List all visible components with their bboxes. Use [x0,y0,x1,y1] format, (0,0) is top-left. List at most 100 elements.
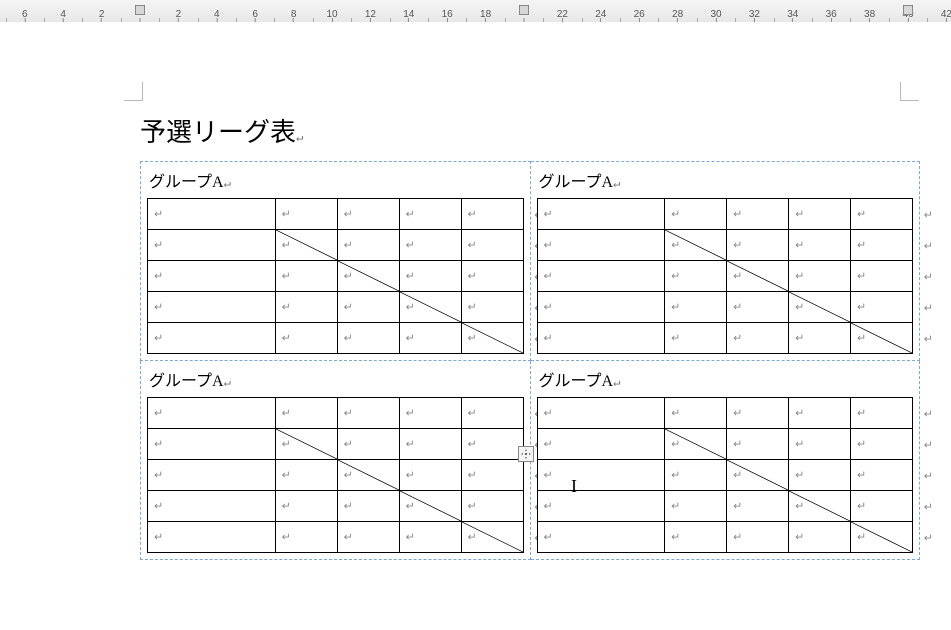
grid-cell[interactable]: ↵ [851,323,913,354]
grid-cell[interactable]: ↵ [399,261,461,292]
grid-cell[interactable]: ↵ [789,429,851,460]
grid-cell[interactable]: ↵ [537,522,665,553]
grid-cell[interactable]: ↵ [727,292,789,323]
grid-cell[interactable]: ↵ [148,230,276,261]
grid-cell[interactable]: ↵ [399,292,461,323]
grid-cell[interactable]: ↵ [789,522,851,553]
grid-cell[interactable]: ↵ [275,491,337,522]
grid-cell[interactable]: ↵ [337,199,399,230]
layout-cell[interactable]: グループA↵↵↵↵↵↵↵↵↵↵↵↵↵↵↵↵↵↵↵↵↵↵↵↵↵↵↵↵↵↵↵ [141,361,531,560]
league-grid[interactable]: ↵↵↵↵↵↵↵↵↵↵↵↵↵↵↵↵↵↵↵↵↵↵↵↵↵ [537,397,914,553]
grid-cell[interactable]: ↵ [148,429,276,460]
grid-cell[interactable]: ↵ [727,429,789,460]
grid-cell[interactable]: ↵ [665,323,727,354]
grid-cell[interactable]: ↵ [275,522,337,553]
grid-cell[interactable]: ↵ [461,199,523,230]
grid-cell[interactable]: ↵ [665,230,727,261]
league-grid[interactable]: ↵↵↵↵↵↵↵↵↵↵↵↵↵↵↵↵↵↵↵↵↵↵↵↵↵ [147,397,524,553]
grid-cell[interactable]: ↵ [461,460,523,491]
grid-cell[interactable]: ↵ [461,398,523,429]
grid-cell[interactable]: ↵ [665,398,727,429]
grid-cell[interactable]: ↵ [337,491,399,522]
grid-cell[interactable]: ↵ [461,261,523,292]
grid-cell[interactable]: ↵ [537,491,665,522]
grid-cell[interactable]: ↵ [148,522,276,553]
grid-cell[interactable]: ↵ [851,398,913,429]
indent-marker-icon[interactable] [902,2,914,18]
grid-cell[interactable]: ↵ [851,429,913,460]
grid-cell[interactable]: ↵ [461,491,523,522]
grid-cell[interactable]: ↵ [537,323,665,354]
grid-cell[interactable]: ↵ [337,230,399,261]
grid-cell[interactable]: ↵ [275,460,337,491]
grid-cell[interactable]: ↵ [789,261,851,292]
grid-cell[interactable]: ↵ [665,460,727,491]
grid-cell[interactable]: ↵ [789,230,851,261]
grid-cell[interactable]: ↵ [789,491,851,522]
grid-cell[interactable]: ↵ [851,292,913,323]
layout-cell[interactable]: グループA↵↵↵↵↵↵↵↵↵↵↵↵↵↵↵↵↵↵↵↵↵↵↵↵↵↵↵↵↵↵↵ [141,162,531,361]
grid-cell[interactable]: ↵ [851,261,913,292]
league-grid[interactable]: ↵↵↵↵↵↵↵↵↵↵↵↵↵↵↵↵↵↵↵↵↵↵↵↵↵ [537,198,914,354]
grid-cell[interactable]: ↵ [275,230,337,261]
grid-cell[interactable]: ↵ [461,323,523,354]
grid-cell[interactable]: ↵ [337,292,399,323]
grid-cell[interactable]: ↵ [337,398,399,429]
grid-cell[interactable]: ↵ [727,398,789,429]
grid-cell[interactable]: ↵ [665,292,727,323]
grid-cell[interactable]: ↵ [461,292,523,323]
grid-cell[interactable]: ↵ [461,230,523,261]
grid-cell[interactable]: ↵ [665,199,727,230]
grid-cell[interactable]: ↵ [789,292,851,323]
document-page[interactable]: 予選リーグ表↵ グループA↵↵↵↵↵↵↵↵↵↵↵↵↵↵↵↵↵↵↵↵↵↵↵↵↵↵↵… [0,22,951,630]
grid-cell[interactable]: ↵ [789,460,851,491]
indent-marker-icon[interactable] [518,2,530,18]
grid-cell[interactable]: ↵ [537,230,665,261]
grid-cell[interactable]: ↵ [665,429,727,460]
grid-cell[interactable]: ↵ [851,230,913,261]
grid-cell[interactable]: ↵ [399,491,461,522]
grid-cell[interactable]: ↵ [851,491,913,522]
grid-cell[interactable]: ↵ [148,261,276,292]
grid-cell[interactable]: ↵ [148,323,276,354]
grid-cell[interactable]: ↵ [275,429,337,460]
grid-cell[interactable]: ↵ [461,522,523,553]
grid-cell[interactable]: ↵ [789,323,851,354]
grid-cell[interactable]: ↵ [275,199,337,230]
grid-cell[interactable]: ↵ [399,323,461,354]
grid-cell[interactable]: ↵ [665,522,727,553]
grid-cell[interactable]: ↵ [727,261,789,292]
grid-cell[interactable]: ↵ [337,460,399,491]
grid-cell[interactable]: ↵ [337,323,399,354]
grid-cell[interactable]: ↵ [275,261,337,292]
grid-cell[interactable]: ↵ [275,398,337,429]
grid-cell[interactable]: ↵ [148,398,276,429]
grid-cell[interactable]: ↵ [399,460,461,491]
grid-cell[interactable]: ↵ [399,522,461,553]
grid-cell[interactable]: ↵ [275,292,337,323]
grid-cell[interactable]: ↵ [399,429,461,460]
grid-cell[interactable]: ↵ [148,460,276,491]
grid-cell[interactable]: ↵ [537,398,665,429]
grid-cell[interactable]: ↵ [337,261,399,292]
grid-cell[interactable]: ↵ [148,292,276,323]
grid-cell[interactable]: ↵ [665,261,727,292]
grid-cell[interactable]: ↵ [727,491,789,522]
grid-cell[interactable]: ↵ [537,199,665,230]
grid-cell[interactable]: ↵ [537,292,665,323]
grid-cell[interactable]: ↵ [727,323,789,354]
grid-cell[interactable]: ↵ [727,199,789,230]
table-move-handle-icon[interactable] [518,446,534,462]
grid-cell[interactable]: ↵ [399,230,461,261]
grid-cell[interactable]: ↵ [789,398,851,429]
grid-cell[interactable]: ↵ [537,429,665,460]
grid-cell[interactable]: ↵ [727,460,789,491]
horizontal-ruler[interactable]: 8642246810121416182224262830323436384042 [0,0,951,23]
grid-cell[interactable]: ↵ [337,429,399,460]
grid-cell[interactable]: ↵ [727,230,789,261]
grid-cell[interactable]: ↵ [275,323,337,354]
grid-cell[interactable]: ↵ [399,398,461,429]
grid-cell[interactable]: ↵ [789,199,851,230]
grid-cell[interactable]: ↵ [727,522,789,553]
layout-cell[interactable]: グループA↵↵↵↵↵↵↵↵↵↵↵↵↵↵↵↵↵↵↵↵↵↵↵↵↵↵↵↵↵↵↵ [530,162,920,361]
